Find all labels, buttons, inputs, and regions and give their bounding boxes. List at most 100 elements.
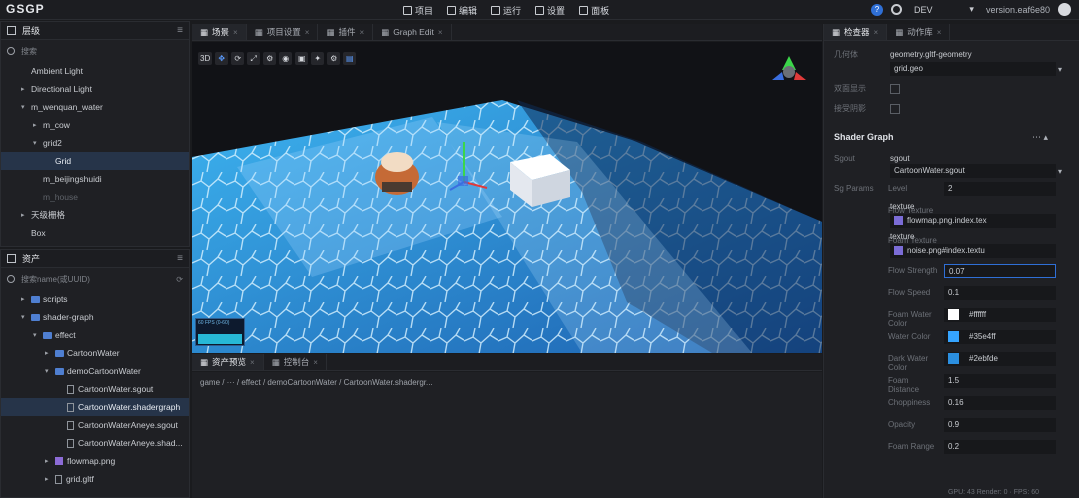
tree-item[interactable]: m_house [1, 188, 189, 206]
param-field[interactable]: 0.9 [944, 418, 1056, 432]
expand-arrow-icon[interactable]: ▸ [45, 349, 55, 357]
toolbar-button[interactable]: ⤢ [247, 52, 261, 65]
toolbar-button[interactable]: ▣ [295, 52, 309, 65]
expand-arrow-icon[interactable]: ▸ [33, 121, 43, 129]
tab-0[interactable]: ▦ 资产预览 × [192, 354, 264, 370]
toolbar-button[interactable]: 3D [198, 52, 213, 65]
close-icon[interactable]: × [233, 28, 238, 37]
param-field[interactable]: #ffffff [944, 308, 1056, 322]
param-field[interactable]: 0.16 [944, 396, 1056, 410]
panel-menu-icon[interactable]: ≡ [177, 25, 183, 36]
tab-1[interactable]: ▦ 控制台 × [264, 354, 327, 370]
close-icon[interactable]: × [313, 358, 318, 367]
param-field[interactable]: 0.2 [944, 440, 1056, 454]
texture-select[interactable]: noise.png#index.textu [890, 244, 1056, 258]
tree-item[interactable]: Box [1, 224, 189, 242]
expand-arrow-icon[interactable]: ▸ [21, 211, 31, 219]
color-swatch[interactable] [948, 309, 959, 321]
param-field[interactable]: 0.07 [944, 264, 1056, 278]
asset-item[interactable]: CartoonWater.shadergraph [1, 398, 189, 416]
tab-label: 控制台 [283, 357, 310, 367]
toolbar-button[interactable]: ✥ [215, 52, 229, 65]
checkbox[interactable] [890, 84, 900, 94]
tree-item[interactable]: ▸ m_cow [1, 116, 189, 134]
asset-item[interactable]: ▸ CartoonWater [1, 344, 189, 362]
expand-arrow-icon[interactable]: ▸ [45, 475, 55, 483]
tree-item[interactable]: Grid [1, 152, 189, 170]
property-label: Level [888, 184, 908, 193]
tree-item[interactable]: Ambient Light [1, 62, 189, 80]
toolbar-button[interactable]: ◉ [279, 52, 293, 65]
help-icon[interactable]: ? [870, 3, 883, 16]
folder-icon [31, 295, 40, 303]
param-field[interactable]: 1.5 [944, 374, 1056, 388]
expand-arrow-icon[interactable]: ▸ [21, 295, 31, 303]
close-icon[interactable]: × [250, 358, 255, 367]
refresh-icon[interactable]: ⟳ [176, 275, 183, 284]
asset-item[interactable]: ▸ grid.gltf [1, 470, 189, 488]
asset-item[interactable]: CartoonWaterAneye.sgout [1, 416, 189, 434]
expand-arrow-icon[interactable]: ▾ [33, 139, 43, 147]
toolbar-button[interactable]: ⚙ [263, 52, 277, 65]
tab-2[interactable]: ▦ 插件 × [318, 24, 374, 40]
expand-arrow-icon[interactable]: ▾ [21, 103, 31, 111]
expand-arrow-icon[interactable]: ▾ [21, 313, 31, 321]
menu-item[interactable]: 运行 [491, 4, 521, 17]
expand-arrow-icon[interactable]: ▸ [21, 85, 31, 93]
tab-1[interactable]: ▦ 动作库 × [887, 24, 951, 40]
menu-item[interactable]: 项目 [403, 4, 433, 17]
menu-item[interactable]: 编辑 [447, 4, 477, 17]
tab-0[interactable]: ▦ 检查器 × [824, 24, 888, 40]
tree-item[interactable]: ▾ m_wenquan_water [1, 98, 189, 116]
close-icon[interactable]: × [438, 28, 443, 37]
checkbox[interactable] [890, 104, 900, 114]
asset-item[interactable]: ▸ flowmap.png [1, 452, 189, 470]
param-field[interactable]: 2 [944, 182, 1056, 196]
texture-param[interactable]: texture noise.png#index.textu [824, 232, 1079, 260]
asset-item[interactable]: CartoonWaterAneye.shad... [1, 434, 189, 452]
settings-gear-icon[interactable] [890, 4, 902, 15]
toolbar-button[interactable]: ▤ [343, 52, 357, 65]
geometry-select[interactable]: grid.geo [890, 62, 1056, 76]
param-field[interactable]: #35e4ff [944, 330, 1056, 344]
orientation-gizmo[interactable] [772, 56, 806, 80]
assets-search[interactable]: 搜索name(或UUID) ⟳ [7, 271, 183, 287]
scene-viewport[interactable] [192, 42, 822, 353]
tab-3[interactable]: ▦ Graph Edit × [373, 24, 452, 40]
texture-param[interactable]: texture flowmap.png.index.tex [824, 202, 1079, 230]
menu-item[interactable]: 设置 [535, 4, 565, 17]
asset-item[interactable]: ▾ demoCartoonWater [1, 362, 189, 380]
param-field[interactable]: 0.1 [944, 286, 1056, 300]
asset-item[interactable]: ▾ effect [1, 326, 189, 344]
texture-select[interactable]: flowmap.png.index.tex [890, 214, 1056, 228]
expand-arrow-icon[interactable]: ▾ [33, 331, 43, 339]
tree-item[interactable]: ▸ 天级栅格 [1, 206, 189, 224]
toolbar-button[interactable]: ⟳ [231, 52, 245, 65]
panel-menu-icon[interactable]: ≡ [177, 253, 183, 264]
close-icon[interactable]: × [359, 28, 364, 37]
section-menu-icon[interactable]: ⋯ ▴ [1032, 132, 1048, 143]
menu-item[interactable]: 面板 [579, 4, 609, 17]
color-swatch[interactable] [948, 353, 959, 365]
close-icon[interactable]: × [305, 28, 310, 37]
sgout-select[interactable]: CartoonWater.sgout [890, 164, 1056, 178]
toolbar-button[interactable]: ⚙ [327, 52, 341, 65]
asset-item[interactable]: CartoonWater.sgout [1, 380, 189, 398]
param-field[interactable]: #2ebfde [944, 352, 1056, 366]
close-icon[interactable]: × [937, 28, 942, 37]
hierarchy-search[interactable]: 搜索 [7, 43, 183, 59]
avatar[interactable] [1058, 3, 1071, 16]
env-select[interactable]: DEV ▾ [910, 3, 978, 16]
asset-item[interactable]: ▸ scripts [1, 290, 189, 308]
tree-item[interactable]: m_beijingshuidi [1, 170, 189, 188]
toolbar-button[interactable]: ✦ [311, 52, 325, 65]
tab-1[interactable]: ▦ 项目设置 × [247, 24, 319, 40]
tree-item[interactable]: ▾ grid2 [1, 134, 189, 152]
close-icon[interactable]: × [874, 28, 879, 37]
expand-arrow-icon[interactable]: ▾ [45, 367, 55, 375]
color-swatch[interactable] [948, 331, 959, 343]
asset-item[interactable]: ▾ shader-graph [1, 308, 189, 326]
tab-0[interactable]: ▦ 场景 × [192, 24, 247, 40]
tree-item[interactable]: ▸ Directional Light [1, 80, 189, 98]
expand-arrow-icon[interactable]: ▸ [45, 457, 55, 465]
